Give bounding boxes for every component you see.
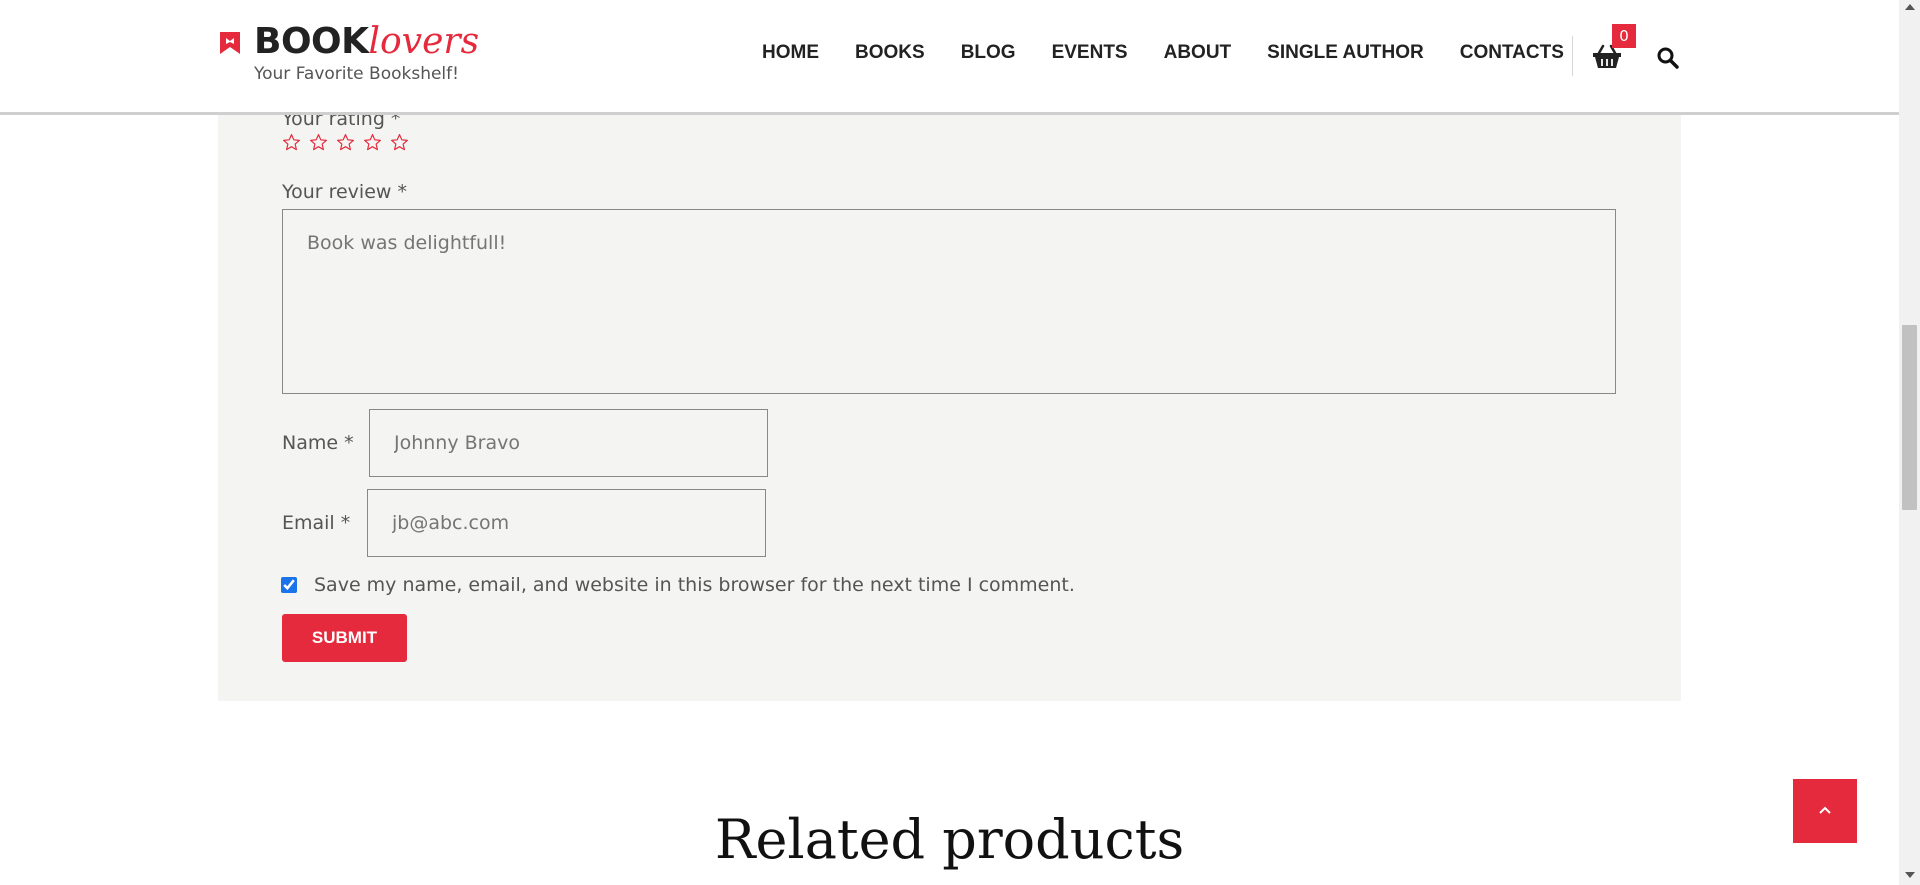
nav-home[interactable]: HOME [762,42,819,64]
scrollbar-thumb[interactable] [1902,325,1917,510]
site-header: BOOKlovers Your Favorite Bookshelf! HOME… [0,0,1899,115]
star-4-icon[interactable] [363,133,382,152]
main-nav: HOME BOOKS BLOG EVENTS ABOUT SINGLE AUTH… [762,42,1564,64]
search-icon[interactable] [1656,46,1680,70]
nav-books[interactable]: BOOKS [855,42,925,64]
star-1-icon[interactable] [282,133,301,152]
logo-wordmark: BOOKlovers [254,20,479,64]
nav-about[interactable]: ABOUT [1164,42,1232,64]
submit-button[interactable]: SUBMIT [282,614,407,662]
review-textarea[interactable] [282,209,1616,394]
back-to-top-button[interactable] [1793,779,1857,843]
logo-book-text: BOOK [254,21,369,62]
review-form-panel [218,112,1681,701]
star-2-icon[interactable] [309,133,328,152]
save-info-checkbox[interactable] [281,577,297,593]
bookmark-logo-icon [220,32,240,54]
email-field[interactable] [367,489,766,557]
email-label: Email * [282,512,351,534]
nav-events[interactable]: EVENTS [1052,42,1128,64]
logo-lovers-text: lovers [368,21,480,62]
page-scrollbar[interactable] [1899,0,1920,885]
star-rating[interactable] [282,133,409,152]
nav-contacts[interactable]: CONTACTS [1460,42,1564,64]
scroll-down-arrow-icon[interactable] [1905,872,1915,878]
review-label: Your review * [282,181,407,203]
chevron-up-icon [1819,806,1831,814]
save-info-label: Save my name, email, and website in this… [314,574,1075,596]
logo-tagline: Your Favorite Bookshelf! [254,64,459,84]
name-label: Name * [282,432,354,454]
nav-divider [1572,36,1573,76]
nav-blog[interactable]: BLOG [961,42,1016,64]
nav-single-author[interactable]: SINGLE AUTHOR [1267,42,1424,64]
scroll-up-arrow-icon[interactable] [1905,4,1915,10]
name-field[interactable] [369,409,768,477]
star-3-icon[interactable] [336,133,355,152]
related-products-heading: Related products [714,808,1185,871]
star-5-icon[interactable] [390,133,409,152]
cart-count-badge: 0 [1612,24,1636,48]
